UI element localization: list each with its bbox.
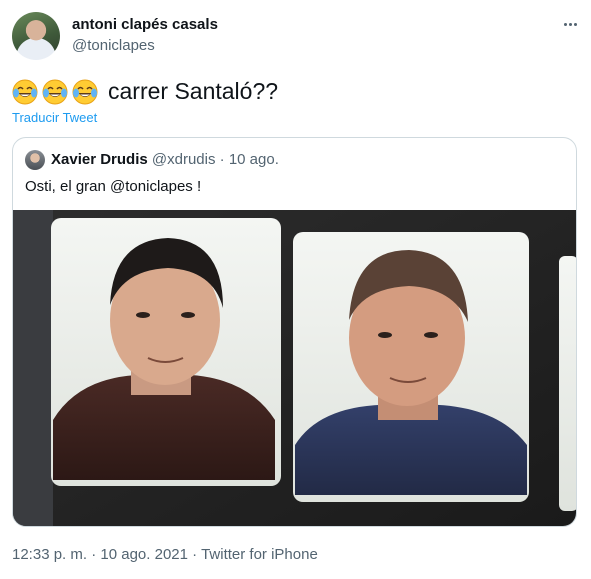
quoted-author-avatar (25, 150, 45, 170)
quoted-tweet-text: Osti, el gran @toniclapes ! (25, 178, 202, 195)
tears-of-joy-emoji-icon (42, 79, 68, 105)
quoted-author-handle: @xdrudis (151, 151, 216, 168)
quoted-author-name: Xavier Drudis (51, 151, 148, 168)
tears-of-joy-emoji-icon (12, 79, 38, 105)
quoted-tweet-photo[interactable] (13, 210, 577, 527)
tweet-source[interactable]: Twitter for iPhone (201, 546, 318, 563)
tweet-text: carrer Santaló?? (12, 78, 278, 105)
tweet-meta: 12:33 p. m. · 10 ago. 2021 · Twitter for… (12, 546, 318, 563)
translate-tweet-link[interactable]: Traducir Tweet (12, 110, 97, 125)
author-display-name[interactable]: antoni clapés casals (72, 16, 218, 33)
quoted-tweet-card[interactable]: Xavier Drudis @xdrudis · 10 ago. Osti, e… (12, 137, 577, 527)
tweet-body-text: carrer Santaló?? (108, 78, 279, 104)
quoted-separator: · (219, 151, 225, 168)
meta-separator: · (192, 546, 198, 563)
quoted-tweet-header: Xavier Drudis @xdrudis · 10 ago. (51, 151, 279, 168)
more-options-icon[interactable] (560, 14, 580, 34)
author-avatar[interactable] (12, 12, 60, 60)
quoted-date: 10 ago. (228, 151, 279, 168)
tears-of-joy-emoji-icon (72, 79, 98, 105)
meta-separator: · (91, 546, 97, 563)
tweet-time[interactable]: 12:33 p. m. (12, 546, 87, 563)
tweet-date[interactable]: 10 ago. 2021 (100, 546, 188, 563)
author-handle[interactable]: @toniclapes (72, 37, 155, 54)
